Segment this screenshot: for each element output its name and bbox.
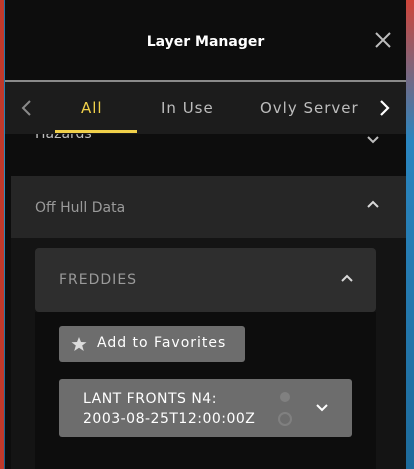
chevron-down-icon — [367, 136, 379, 144]
panel-header: Layer Manager — [5, 0, 406, 82]
chevron-up-icon — [367, 200, 379, 208]
section-off-hull-data[interactable]: Off Hull Data — [11, 176, 406, 238]
layer-item-label: LANT FRONTS N4: 2003-08-25T12:00:00Z — [83, 391, 256, 427]
layer-list: Hazards Off Hull Data FREDDIES Add to Fa… — [5, 134, 406, 469]
freddies-body: Add to Favorites LANT FRONTS N4: 2003-08… — [35, 312, 376, 469]
chevron-down-icon — [316, 404, 328, 412]
layer-expand-button[interactable] — [314, 400, 334, 418]
close-button[interactable] — [374, 31, 392, 49]
tab-in-use[interactable]: In Use — [161, 99, 214, 117]
star-icon — [71, 337, 87, 351]
section-freddies-label: FREDDIES — [59, 272, 138, 288]
visibility-icon — [278, 392, 292, 426]
tab-scroll-right-button[interactable] — [374, 96, 394, 120]
section-hazards[interactable]: Hazards — [5, 134, 406, 154]
section-hazards-label: Hazards — [35, 134, 92, 142]
tab-all[interactable]: All — [81, 99, 103, 117]
chevron-up-icon — [341, 274, 353, 282]
add-to-favorites-label: Add to Favorites — [97, 335, 227, 351]
section-freddies[interactable]: FREDDIES — [35, 248, 376, 312]
section-off-hull-label: Off Hull Data — [35, 200, 126, 216]
tab-scroll-left-button[interactable] — [17, 96, 37, 120]
chevron-left-icon — [21, 100, 31, 116]
layer-item-lant-fronts[interactable]: LANT FRONTS N4: 2003-08-25T12:00:00Z — [59, 379, 352, 437]
close-icon — [375, 32, 391, 48]
page-title: Layer Manager — [146, 34, 265, 50]
tab-bar: All In Use Ovly Server — [5, 82, 406, 134]
off-hull-group: FREDDIES Add to Favorites LANT FRONTS N4… — [11, 238, 406, 469]
active-tab-indicator — [55, 130, 137, 133]
chevron-right-icon — [380, 100, 390, 116]
tab-ovly-server[interactable]: Ovly Server — [260, 99, 359, 117]
map-edge — [406, 0, 414, 469]
add-to-favorites-button[interactable]: Add to Favorites — [59, 326, 245, 362]
layer-manager-panel: Layer Manager All In Use Ovly Server Haz… — [5, 0, 406, 469]
